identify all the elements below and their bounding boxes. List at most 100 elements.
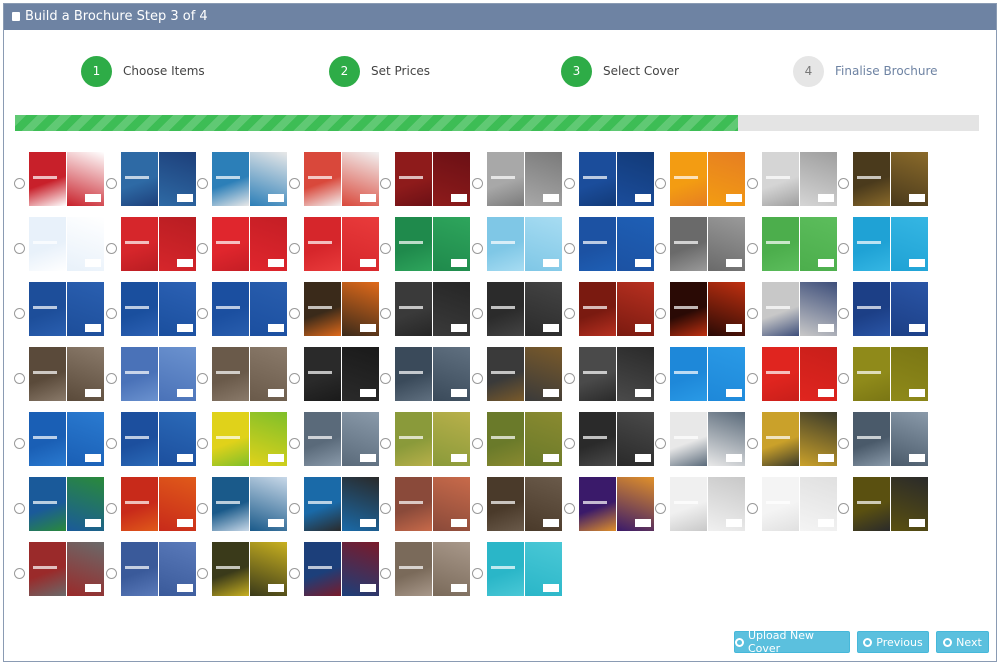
cover-thumbnail[interactable] — [487, 412, 562, 466]
cover-thumbnail[interactable] — [395, 542, 471, 596]
upload-new-cover-button[interactable]: Upload New Cover — [734, 629, 850, 655]
cover-radio[interactable] — [380, 438, 392, 449]
cover-radio[interactable] — [14, 373, 25, 384]
cover-radio[interactable] — [380, 373, 392, 384]
cover-radio[interactable] — [288, 568, 300, 579]
cover-thumbnail[interactable] — [29, 282, 104, 336]
cover-thumbnail[interactable] — [487, 152, 562, 206]
cover-thumbnail[interactable] — [578, 477, 654, 531]
cover-radio[interactable] — [14, 243, 25, 254]
cover-radio[interactable] — [288, 308, 300, 319]
cover-thumbnail[interactable] — [120, 412, 196, 466]
cover-thumbnail[interactable] — [303, 542, 379, 596]
cover-radio[interactable] — [472, 308, 483, 319]
cover-thumbnail[interactable] — [853, 217, 929, 271]
next-button[interactable]: Next — [936, 631, 989, 653]
cover-radio[interactable] — [655, 178, 667, 189]
cover-thumbnail[interactable] — [853, 412, 929, 466]
cover-radio[interactable] — [655, 308, 667, 319]
cover-radio[interactable] — [197, 568, 209, 579]
cover-thumbnail[interactable] — [487, 347, 562, 401]
cover-thumbnail[interactable] — [303, 217, 379, 271]
cover-radio[interactable] — [472, 373, 483, 384]
cover-radio[interactable] — [472, 503, 483, 514]
cover-radio[interactable] — [288, 503, 300, 514]
cover-radio[interactable] — [746, 178, 758, 189]
cover-radio[interactable] — [197, 503, 209, 514]
cover-thumbnail[interactable] — [761, 152, 837, 206]
cover-thumbnail[interactable] — [29, 542, 104, 596]
cover-radio[interactable] — [838, 178, 850, 189]
cover-radio[interactable] — [472, 568, 483, 579]
cover-thumbnail[interactable] — [670, 412, 746, 466]
cover-radio[interactable] — [472, 438, 483, 449]
cover-radio[interactable] — [563, 243, 575, 254]
cover-thumbnail[interactable] — [212, 152, 288, 206]
cover-thumbnail[interactable] — [578, 152, 654, 206]
cover-thumbnail[interactable] — [120, 347, 196, 401]
cover-radio[interactable] — [14, 503, 25, 514]
cover-thumbnail[interactable] — [761, 412, 837, 466]
cover-thumbnail[interactable] — [212, 347, 288, 401]
cover-thumbnail[interactable] — [670, 477, 746, 531]
previous-button[interactable]: Previous — [857, 631, 929, 653]
cover-thumbnail[interactable] — [395, 217, 471, 271]
cover-thumbnail[interactable] — [487, 477, 562, 531]
cover-thumbnail[interactable] — [303, 282, 379, 336]
cover-thumbnail[interactable] — [29, 152, 104, 206]
cover-radio[interactable] — [197, 178, 209, 189]
cover-radio[interactable] — [105, 373, 117, 384]
cover-radio[interactable] — [746, 308, 758, 319]
cover-thumbnail[interactable] — [853, 477, 929, 531]
cover-thumbnail[interactable] — [395, 412, 471, 466]
cover-radio[interactable] — [105, 438, 117, 449]
cover-thumbnail[interactable] — [212, 542, 288, 596]
cover-radio[interactable] — [14, 438, 25, 449]
cover-thumbnail[interactable] — [670, 217, 746, 271]
cover-radio[interactable] — [105, 503, 117, 514]
cover-thumbnail[interactable] — [29, 347, 104, 401]
cover-radio[interactable] — [288, 373, 300, 384]
cover-radio[interactable] — [746, 373, 758, 384]
cover-radio[interactable] — [380, 243, 392, 254]
cover-thumbnail[interactable] — [212, 477, 288, 531]
cover-thumbnail[interactable] — [761, 347, 837, 401]
cover-thumbnail[interactable] — [120, 477, 196, 531]
cover-radio[interactable] — [563, 373, 575, 384]
cover-thumbnail[interactable] — [212, 217, 288, 271]
cover-thumbnail[interactable] — [120, 542, 196, 596]
cover-thumbnail[interactable] — [395, 152, 471, 206]
cover-thumbnail[interactable] — [578, 347, 654, 401]
cover-thumbnail[interactable] — [29, 412, 104, 466]
cover-thumbnail[interactable] — [853, 347, 929, 401]
cover-thumbnail[interactable] — [578, 412, 654, 466]
cover-radio[interactable] — [14, 178, 25, 189]
cover-thumbnail[interactable] — [670, 347, 746, 401]
cover-radio[interactable] — [380, 308, 392, 319]
cover-radio[interactable] — [14, 308, 25, 319]
cover-thumbnail[interactable] — [212, 412, 288, 466]
cover-radio[interactable] — [838, 243, 850, 254]
cover-radio[interactable] — [838, 438, 850, 449]
cover-radio[interactable] — [380, 178, 392, 189]
cover-radio[interactable] — [197, 373, 209, 384]
cover-thumbnail[interactable] — [303, 152, 379, 206]
cover-radio[interactable] — [197, 308, 209, 319]
cover-radio[interactable] — [563, 438, 575, 449]
cover-radio[interactable] — [105, 178, 117, 189]
cover-radio[interactable] — [746, 243, 758, 254]
cover-thumbnail[interactable] — [120, 152, 196, 206]
cover-thumbnail[interactable] — [578, 217, 654, 271]
cover-radio[interactable] — [655, 438, 667, 449]
cover-radio[interactable] — [472, 243, 483, 254]
cover-thumbnail[interactable] — [120, 217, 196, 271]
cover-thumbnail[interactable] — [761, 217, 837, 271]
cover-thumbnail[interactable] — [853, 152, 929, 206]
cover-radio[interactable] — [105, 568, 117, 579]
cover-thumbnail[interactable] — [487, 217, 562, 271]
cover-thumbnail[interactable] — [395, 282, 471, 336]
cover-thumbnail[interactable] — [670, 282, 746, 336]
cover-radio[interactable] — [105, 308, 117, 319]
cover-radio[interactable] — [472, 178, 483, 189]
cover-radio[interactable] — [838, 503, 850, 514]
